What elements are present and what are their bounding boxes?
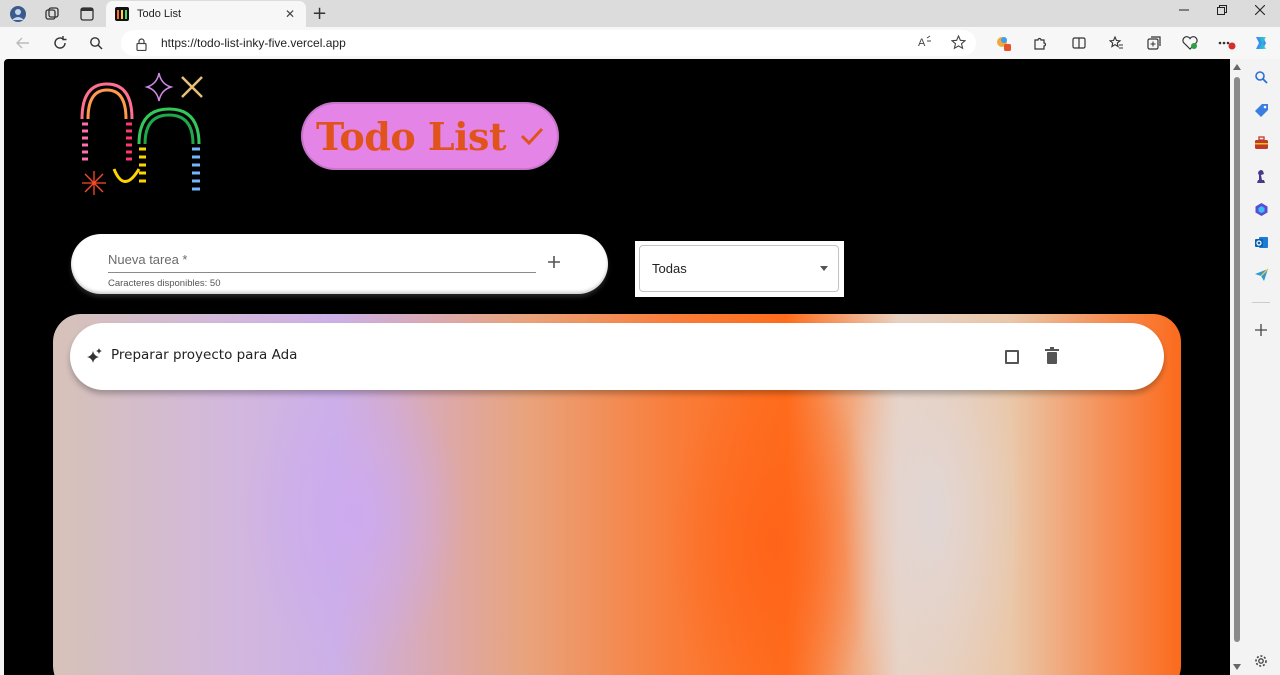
new-task-form: Nueva tarea * Caracteres disponibles: 50 <box>71 234 608 294</box>
filter-select[interactable]: Todas <box>639 245 839 292</box>
split-screen-icon[interactable] <box>1070 34 1088 52</box>
tab-bar: Todo List ✕ + <box>0 0 1280 27</box>
read-aloud-icon[interactable]: A <box>918 35 932 53</box>
checkmark-icon <box>520 127 544 145</box>
lock-icon[interactable] <box>136 36 147 55</box>
url-text[interactable]: https://todo-list-inky-five.vercel.app <box>161 36 346 50</box>
characters-available-helper: Caracteres disponibles: 50 <box>108 278 221 289</box>
refresh-icon[interactable] <box>51 34 69 52</box>
search-icon[interactable] <box>87 34 105 52</box>
app-title: Todo List <box>315 113 507 159</box>
collections-icon[interactable] <box>1145 34 1163 52</box>
sidebar-search-icon[interactable] <box>1253 69 1269 85</box>
sidebar-tools-briefcase-icon[interactable] <box>1253 135 1269 151</box>
task-complete-checkbox[interactable] <box>1005 350 1019 364</box>
sidebar-shopping-tag-icon[interactable] <box>1253 102 1269 118</box>
workspaces-icon[interactable] <box>43 5 61 23</box>
minimize-button[interactable] <box>1170 4 1198 19</box>
scroll-down-arrow-icon[interactable] <box>1233 664 1241 670</box>
new-tab-button[interactable]: + <box>312 3 327 24</box>
sidebar-games-chess-icon[interactable] <box>1253 168 1269 184</box>
svg-text:A: A <box>918 37 926 49</box>
sidebar-divider <box>1252 302 1270 303</box>
plus-icon <box>548 256 560 268</box>
tab-close-icon[interactable]: ✕ <box>282 7 298 21</box>
extension-colorful-icon[interactable] <box>995 34 1013 52</box>
favorite-star-icon[interactable] <box>950 34 967 54</box>
task-item: Preparar proyecto para Ada <box>70 323 1164 390</box>
sidebar-drop-send-icon[interactable] <box>1253 267 1269 283</box>
address-bar[interactable]: https://todo-list-inky-five.vercel.app A <box>121 30 976 56</box>
task-text: Preparar proyecto para Ada <box>111 347 298 363</box>
address-toolbar: https://todo-list-inky-five.vercel.app A <box>0 27 1280 59</box>
edge-sidebar <box>1244 59 1280 675</box>
input-underline <box>108 272 536 273</box>
active-tab[interactable]: Todo List ✕ <box>106 1 306 27</box>
scroll-up-arrow-icon[interactable] <box>1233 64 1241 70</box>
sparkles-icon <box>87 348 102 363</box>
favorites-list-icon[interactable] <box>1107 34 1125 52</box>
scroll-thumb[interactable] <box>1234 77 1240 642</box>
sidebar-settings-gear-icon[interactable] <box>1253 653 1269 669</box>
delete-trash-icon[interactable] <box>1045 347 1059 365</box>
copilot-icon[interactable] <box>1252 34 1270 52</box>
sidebar-m365-icon[interactable] <box>1253 201 1269 217</box>
back-icon[interactable] <box>14 34 32 52</box>
new-task-input[interactable]: Nueva tarea * <box>108 252 188 267</box>
sidebar-outlook-icon[interactable] <box>1253 234 1269 250</box>
app-title-banner: Todo List <box>301 102 559 170</box>
sidebar-add-icon[interactable] <box>1253 322 1269 338</box>
tab-title: Todo List <box>137 8 182 20</box>
restore-button[interactable] <box>1208 4 1236 19</box>
page-content: Todo List Nueva tarea * Caracteres dispo… <box>4 59 1230 675</box>
page-scrollbar[interactable] <box>1230 59 1244 675</box>
vertical-tabs-icon[interactable] <box>78 5 96 23</box>
profile-avatar-icon[interactable] <box>9 5 27 23</box>
tab-favicon-icon <box>115 7 129 21</box>
extensions-puzzle-icon[interactable] <box>1031 34 1049 52</box>
filter-selected-value: Todas <box>652 261 687 276</box>
browser-essentials-icon[interactable] <box>1181 34 1199 52</box>
window-close-button[interactable] <box>1246 4 1274 19</box>
dropdown-caret-icon <box>820 266 828 271</box>
add-task-button[interactable] <box>544 252 564 272</box>
slinky-logo-icon <box>80 72 203 195</box>
more-options-icon[interactable] <box>1218 34 1236 52</box>
filter-container: Todas <box>635 241 844 297</box>
